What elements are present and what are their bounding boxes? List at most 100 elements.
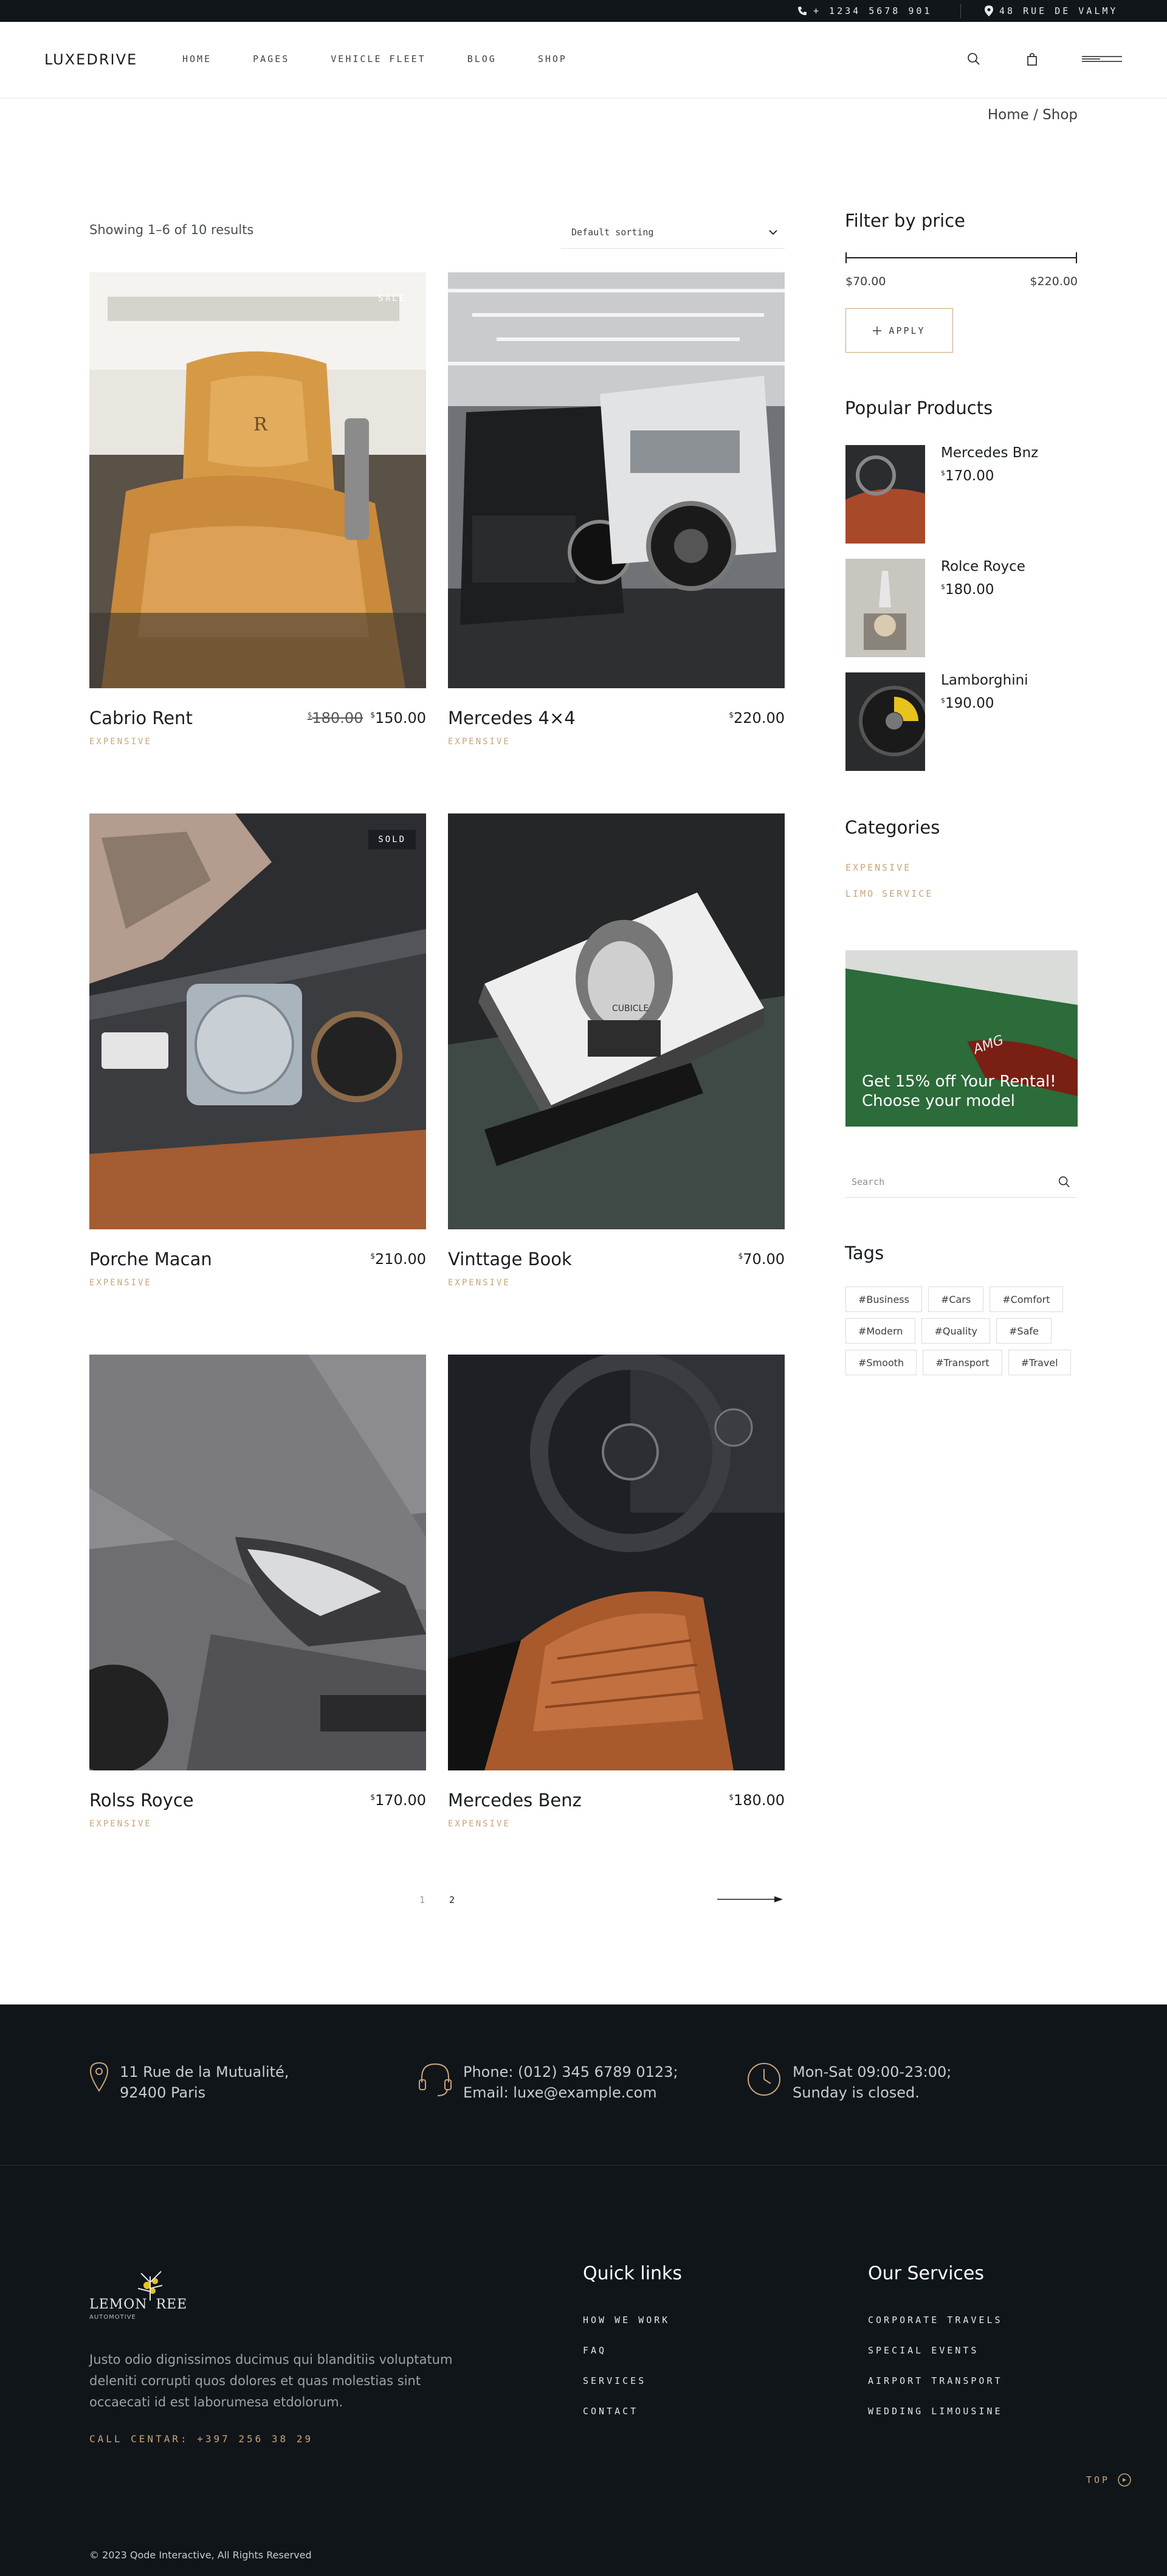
filter-title: Filter by price [845,210,966,231]
product-name[interactable]: Porche Macan [89,1249,212,1269]
footer-link-how-we-work[interactable]: HOW WE WORK [583,2315,670,2326]
product-name[interactable]: Rolss Royce [89,1790,194,1811]
topbar-address[interactable]: 48 RUE DE VALMY [985,0,1118,22]
footer-link-faq[interactable]: FAQ [583,2345,607,2356]
page-1[interactable]: 1 [419,1894,425,1905]
page-2[interactable]: 2 [449,1894,455,1905]
product-card[interactable]: Mercedes 4×4 $220.00 EXPENSIVE [448,272,785,747]
topbar-divider [960,4,961,18]
back-to-top-button[interactable]: TOP [1086,2473,1132,2487]
tag-travel[interactable]: #Travel [1008,1350,1071,1375]
sidebar-search-input[interactable]: Search [845,1166,1077,1198]
product-card[interactable]: Rolss Royce $170.00 EXPENSIVE [89,1355,426,1829]
pagination: 1 2 [419,1894,455,1905]
product-card[interactable]: Mercedes Benz $180.00 EXPENSIVE [448,1355,785,1829]
category-expensive[interactable]: EXPENSIVE [845,862,911,873]
price-min-label: $70.00 [845,275,886,288]
service-corporate-travels[interactable]: CORPORATE TRAVELS [868,2315,1003,2326]
service-special-events[interactable]: SPECIAL EVENTS [868,2345,979,2356]
popular-thumb[interactable] [845,445,925,544]
categories-title: Categories [845,817,940,838]
tag-safe[interactable]: #Safe [996,1318,1052,1344]
apply-button[interactable]: APPLY [845,308,953,353]
tag-business[interactable]: #Business [845,1286,922,1312]
nav-pages[interactable]: PAGES [253,54,289,64]
product-category[interactable]: EXPENSIVE [448,737,511,747]
site-logo[interactable]: LUXEDRIVE [44,51,137,68]
email-line[interactable]: Email: luxe@example.com [463,2082,678,2103]
menu-icon[interactable] [1082,50,1122,68]
popular-thumb[interactable] [845,559,925,657]
popular-item[interactable]: Mercedes Bnz $170.00 [845,445,1078,544]
promo-banner[interactable]: AMG Get 15% off Your Rental! Choose your… [845,950,1078,1127]
nav-home[interactable]: HOME [182,54,212,64]
nav-shop[interactable]: SHOP [538,54,567,64]
phone-line[interactable]: Phone: (012) 345 6789 0123; [463,2062,678,2082]
product-card[interactable]: R SALE Cabrio Rent $180.00 $150.00 EXPENS… [89,272,426,747]
breadcrumb[interactable]: Home / Shop [988,107,1078,123]
product-name[interactable]: Cabrio Rent [89,708,193,728]
popular-price: $190.00 [941,696,994,711]
product-image[interactable] [89,1355,426,1770]
tag-smooth[interactable]: #Smooth [845,1350,917,1375]
site-header: LUXEDRIVE HOME PAGES VEHICLE FLEET BLOG … [0,22,1167,98]
popular-name[interactable]: Lamborghini [941,672,1028,688]
footer-call-center[interactable]: CALL CENTAR: +397 256 38 29 [89,2433,313,2445]
popular-name[interactable]: Rolce Royce [941,559,1025,575]
footer-logo[interactable]: LEMON REE AUTOMOTIVE [89,2264,187,2327]
tags-title: Tags [845,1243,884,1263]
product-category[interactable]: EXPENSIVE [89,1819,152,1829]
popular-item[interactable]: Rolce Royce $180.00 [845,559,1078,657]
product-name[interactable]: Mercedes 4×4 [448,708,576,728]
nav-vehicle-fleet[interactable]: VEHICLE FLEET [331,54,425,64]
sold-badge: SOLD [368,830,416,849]
cart-icon[interactable] [1023,50,1041,68]
product-category[interactable]: EXPENSIVE [89,1278,152,1288]
quick-links-title: Quick links [583,2263,683,2284]
map-pin-icon [985,5,993,16]
price-range-slider[interactable] [845,252,1077,263]
search-placeholder: Search [852,1176,885,1187]
tag-modern[interactable]: #Modern [845,1318,916,1344]
product-card[interactable]: CUBICLE Vinttage Book $70.00 EXPENSIVE [448,813,785,1288]
product-image[interactable] [448,272,785,688]
range-handle-min[interactable] [845,252,847,263]
search-icon[interactable] [965,50,983,68]
tag-comfort[interactable]: #Comfort [990,1286,1063,1312]
next-page-arrow-icon[interactable] [717,1894,784,1907]
product-image[interactable]: SOLD [89,813,426,1229]
category-limo-service[interactable]: LIMO SERVICE [845,888,933,899]
popular-item[interactable]: Lamborghini $190.00 [845,672,1078,771]
range-handle-max[interactable] [1076,252,1077,263]
product-image[interactable] [448,1355,785,1770]
footer-link-services[interactable]: SERVICES [583,2375,646,2386]
product-image[interactable]: R SALE [89,272,426,688]
popular-name[interactable]: Mercedes Bnz [941,445,1038,461]
service-wedding-limousine[interactable]: WEDDING LIMOUSINE [868,2406,1003,2417]
arrow-up-circle-icon [1118,2473,1131,2487]
topbar-phone[interactable]: + 1234 5678 901 [797,0,932,22]
footer-link-contact[interactable]: CONTACT [583,2406,638,2417]
plus-icon [873,326,882,335]
main-nav: HOME PAGES VEHICLE FLEET BLOG SHOP [182,54,608,64]
sorting-select[interactable]: Default sorting [561,216,785,249]
product-category[interactable]: EXPENSIVE [89,737,152,747]
tag-cars[interactable]: #Cars [928,1286,984,1312]
product-name[interactable]: Vinttage Book [448,1249,572,1269]
sorting-label: Default sorting [571,226,654,238]
nav-blog[interactable]: BLOG [467,54,497,64]
product-image[interactable]: CUBICLE [448,813,785,1229]
price-max-label: $220.00 [1030,275,1078,288]
popular-thumb[interactable] [845,672,925,771]
promo-line-1: Get 15% off Your Rental! [862,1072,1056,1091]
product-category[interactable]: EXPENSIVE [448,1819,511,1829]
product-name[interactable]: Mercedes Benz [448,1790,582,1811]
apply-label: APPLY [889,325,926,336]
search-icon[interactable] [1058,1175,1071,1189]
clock-icon [748,2063,780,2096]
tag-quality[interactable]: #Quality [921,1318,991,1344]
service-airport-transport[interactable]: AIRPORT TRANSPORT [868,2375,1003,2386]
product-category[interactable]: EXPENSIVE [448,1278,511,1288]
product-card[interactable]: SOLD Porche Macan $210.00 EXPENSIVE [89,813,426,1288]
tag-transport[interactable]: #Transport [923,1350,1002,1375]
